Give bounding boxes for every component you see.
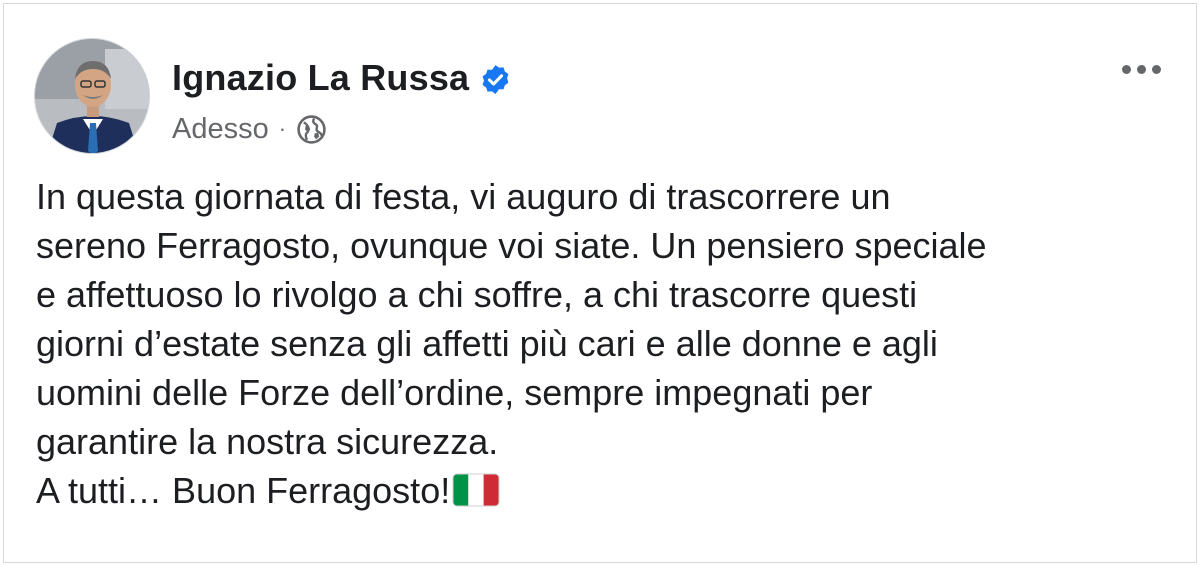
post-timestamp[interactable]: Adesso <box>172 113 269 146</box>
post-text-line: uomini delle Forze dell’ordine, sempre i… <box>36 372 873 413</box>
post-text-line: e affettuoso lo rivolgo a chi soffre, a … <box>36 274 918 315</box>
post-text-line: In questa giornata di festa, vi auguro d… <box>36 176 891 217</box>
verified-badge-icon <box>479 63 512 96</box>
post-text-line: garantire la nostra sicurezza. <box>36 421 499 462</box>
globe-icon[interactable] <box>296 114 327 145</box>
italy-flag-icon <box>452 470 500 507</box>
post-text-line: giorni d’estate senza gli affetti più ca… <box>36 323 938 364</box>
avatar[interactable] <box>34 38 150 154</box>
facebook-post-card: Ignazio La Russa Adesso · In questa gior… <box>3 3 1197 563</box>
avatar-photo <box>35 39 149 153</box>
post-text-line: sereno Ferragosto, ovunque voi siate. Un… <box>36 225 987 266</box>
more-dot-icon <box>1121 64 1131 74</box>
more-dot-icon <box>1136 64 1146 74</box>
more-options-button[interactable] <box>1114 56 1168 82</box>
meta-separator: · <box>278 116 287 141</box>
post-body: In questa giornata di festa, vi auguro d… <box>36 172 1176 515</box>
post-header: Ignazio La Russa <box>172 54 512 102</box>
post-closing-line: A tutti… Buon Ferragosto! <box>36 466 1176 515</box>
post-meta: Adesso · <box>172 109 327 149</box>
post-closing-text: A tutti… Buon Ferragosto! <box>36 470 451 511</box>
more-dot-icon <box>1151 64 1161 74</box>
author-name[interactable]: Ignazio La Russa <box>172 57 469 99</box>
